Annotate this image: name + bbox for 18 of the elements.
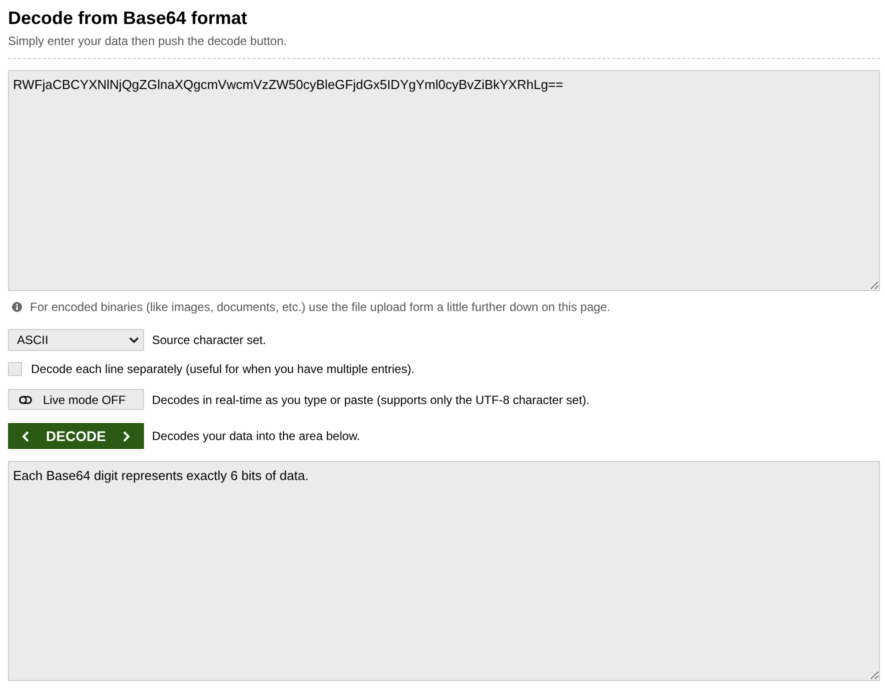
output-textarea[interactable]: Each Base64 digit represents exactly 6 bits of data.	[8, 461, 880, 681]
info-icon	[12, 302, 22, 312]
live-mode-button[interactable]: Live mode OFF	[8, 389, 144, 410]
toggle-icon	[19, 396, 32, 404]
info-note: For encoded binaries (like images, documents, etc.) use the file upload form a little further down on this page.	[30, 299, 610, 315]
checkbox-label: Decode each line separately (useful for when you have multiple entries).	[31, 361, 415, 377]
chevron-right-icon	[123, 430, 130, 442]
charset-description: Source character set.	[152, 332, 266, 348]
charset-select[interactable]: ASCII	[8, 329, 144, 351]
caret-icon	[129, 337, 139, 343]
decode-description: Decodes your data into the area below.	[152, 428, 360, 444]
chevron-left-icon	[22, 430, 29, 442]
live-mode-description: Decodes in real-time as you type or paste (supports only the UTF-8 character set).	[152, 392, 590, 408]
decode-button[interactable]: DECODE	[8, 423, 144, 449]
page-title: Decode from Base64 format	[8, 7, 248, 29]
checkbox[interactable]	[8, 362, 22, 376]
input-textarea[interactable]: RWFjaCBCYXNlNjQgZGlnaXQgcmVwcmVzZW50cyBleGFjdGx5IDYgYml0cyBvZiBkYXRhLg==	[8, 70, 880, 291]
page-subtitle: Simply enter your data then push the decode button.	[8, 33, 288, 49]
